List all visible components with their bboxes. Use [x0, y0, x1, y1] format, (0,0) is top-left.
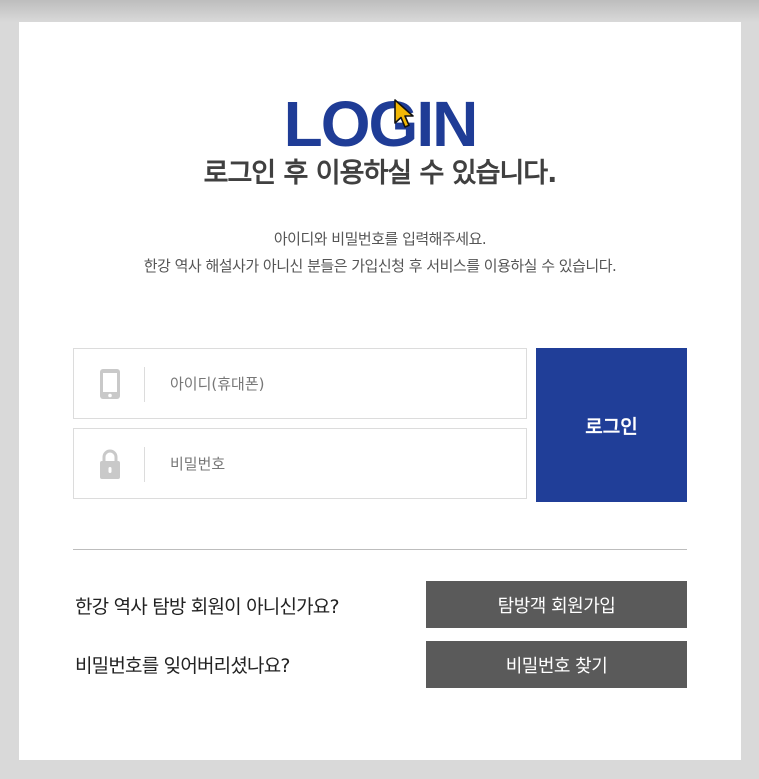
- signup-question: 한강 역사 탐방 회원이 아니신가요?: [75, 596, 340, 618]
- signup-button[interactable]: 탐방객 회원가입: [426, 581, 687, 628]
- field-separator: [144, 367, 145, 402]
- login-card: LOGIN 로그인 후 이용하실 수 있습니다. 아이디와 비밀번호를 입력해주…: [19, 22, 741, 760]
- login-description: 아이디와 비밀번호를 입력해주세요. 한강 역사 해설사가 아니신 분들은 가입…: [19, 226, 741, 280]
- section-divider: [73, 549, 687, 550]
- description-line-1: 아이디와 비밀번호를 입력해주세요.: [273, 230, 487, 248]
- description-line-2: 한강 역사 해설사가 아니신 분들은 가입신청 후 서비스를 이용하실 수 있습…: [143, 257, 617, 275]
- page-subtitle: 로그인 후 이용하실 수 있습니다.: [203, 158, 558, 189]
- page-title: LOGIN: [283, 88, 479, 160]
- browser-top-shadow: [0, 0, 759, 22]
- id-field[interactable]: [73, 348, 527, 419]
- find-password-button[interactable]: 비밀번호 찾기: [426, 641, 687, 688]
- password-input[interactable]: [170, 429, 510, 498]
- login-button[interactable]: 로그인: [536, 348, 687, 502]
- id-input[interactable]: [170, 349, 510, 418]
- phone-icon: [100, 369, 120, 399]
- mouse-cursor-icon: [394, 99, 414, 128]
- field-separator: [144, 447, 145, 482]
- find-password-question: 비밀번호를 잊어버리셨나요?: [75, 655, 290, 677]
- password-field[interactable]: [73, 428, 527, 499]
- lock-icon: [100, 449, 120, 479]
